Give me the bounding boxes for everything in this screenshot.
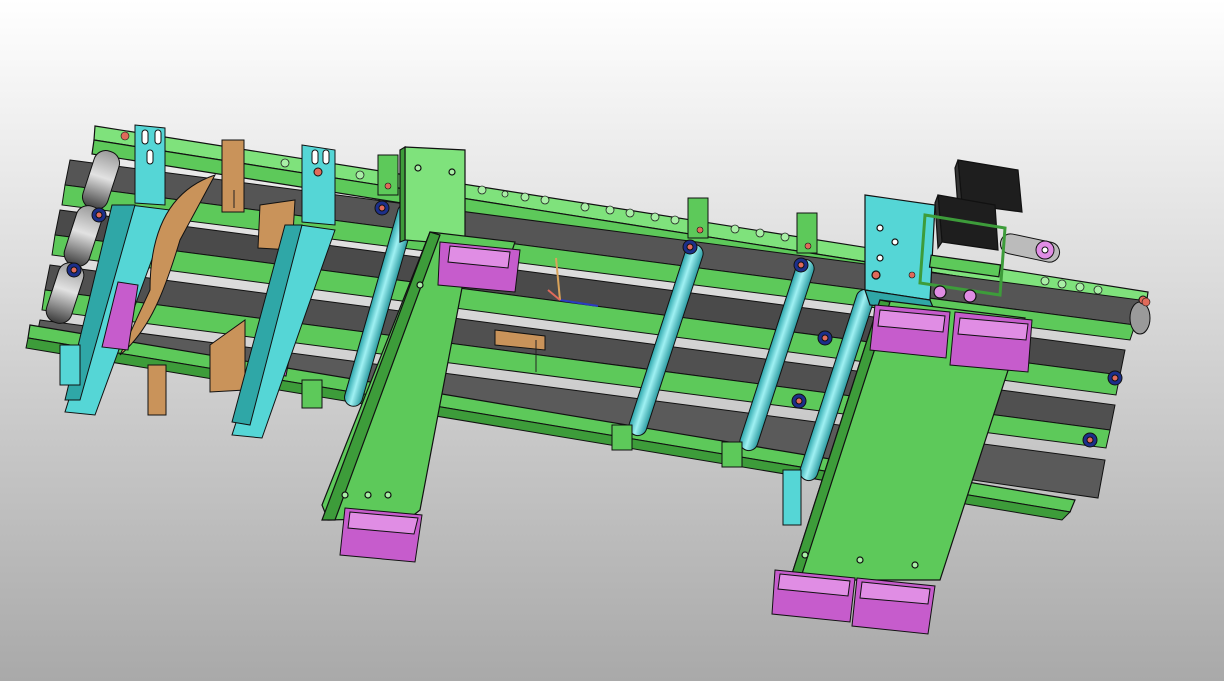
cad-scene[interactable] bbox=[0, 0, 1224, 681]
center-upright-plate[interactable] bbox=[399, 145, 466, 246]
cad-viewport[interactable] bbox=[0, 0, 1224, 681]
cyan-motor-mount[interactable] bbox=[864, 194, 936, 313]
